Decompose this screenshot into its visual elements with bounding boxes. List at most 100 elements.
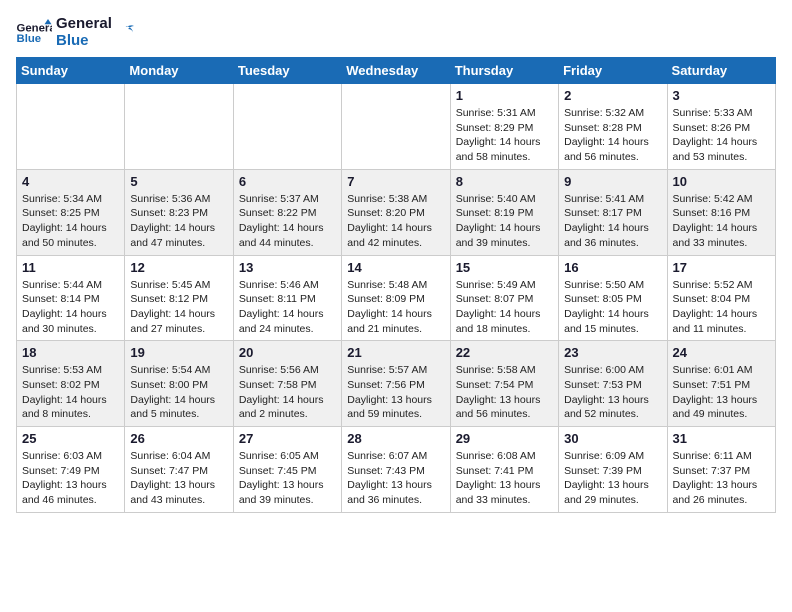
- day-info: Sunrise: 5:45 AMSunset: 8:12 PMDaylight:…: [130, 278, 227, 337]
- day-number: 2: [564, 88, 661, 103]
- calendar-cell: 6 Sunrise: 5:37 AMSunset: 8:22 PMDaylight…: [233, 169, 341, 255]
- calendar-cell: 12 Sunrise: 5:45 AMSunset: 8:12 PMDayligh…: [125, 255, 233, 341]
- day-number: 30: [564, 431, 661, 446]
- calendar-cell: 28 Sunrise: 6:07 AMSunset: 7:43 PMDayligh…: [342, 427, 450, 513]
- calendar-cell: 29 Sunrise: 6:08 AMSunset: 7:41 PMDayligh…: [450, 427, 558, 513]
- day-number: 14: [347, 260, 444, 275]
- day-info: Sunrise: 5:44 AMSunset: 8:14 PMDaylight:…: [22, 278, 119, 337]
- day-number: 16: [564, 260, 661, 275]
- day-info: Sunrise: 5:40 AMSunset: 8:19 PMDaylight:…: [456, 192, 553, 251]
- col-header-thursday: Thursday: [450, 58, 558, 84]
- day-info: Sunrise: 5:38 AMSunset: 8:20 PMDaylight:…: [347, 192, 444, 251]
- calendar-cell: 9 Sunrise: 5:41 AMSunset: 8:17 PMDaylight…: [559, 169, 667, 255]
- day-info: Sunrise: 6:09 AMSunset: 7:39 PMDaylight:…: [564, 449, 661, 508]
- calendar-cell: 23Sunrise: 6:00 AMSunset: 7:53 PMDayligh…: [559, 341, 667, 427]
- calendar-cell: 13 Sunrise: 5:46 AMSunset: 8:11 PMDayligh…: [233, 255, 341, 341]
- day-number: 27: [239, 431, 336, 446]
- calendar-cell: 19 Sunrise: 5:54 AMSunset: 8:00 PMDayligh…: [125, 341, 233, 427]
- day-info: Sunrise: 5:41 AMSunset: 8:17 PMDaylight:…: [564, 192, 661, 251]
- day-number: 1: [456, 88, 553, 103]
- calendar-week-1: 1 Sunrise: 5:31 AMSunset: 8:29 PMDaylight…: [17, 84, 776, 170]
- col-header-friday: Friday: [559, 58, 667, 84]
- calendar-cell: 2 Sunrise: 5:32 AMSunset: 8:28 PMDaylight…: [559, 84, 667, 170]
- day-info: Sunrise: 5:50 AMSunset: 8:05 PMDaylight:…: [564, 278, 661, 337]
- day-info: Sunrise: 5:56 AMSunset: 7:58 PMDaylight:…: [239, 363, 336, 422]
- day-number: 19: [130, 345, 227, 360]
- day-info: Sunrise: 5:52 AMSunset: 8:04 PMDaylight:…: [673, 278, 770, 337]
- calendar-cell: 24 Sunrise: 6:01 AMSunset: 7:51 PMDayligh…: [667, 341, 775, 427]
- day-info: Sunrise: 5:37 AMSunset: 8:22 PMDaylight:…: [239, 192, 336, 251]
- day-info: Sunrise: 5:33 AMSunset: 8:26 PMDaylight:…: [673, 106, 770, 165]
- day-number: 18: [22, 345, 119, 360]
- day-info: Sunrise: 6:05 AMSunset: 7:45 PMDaylight:…: [239, 449, 336, 508]
- day-info: Sunrise: 6:01 AMSunset: 7:51 PMDaylight:…: [673, 363, 770, 422]
- day-info: Sunrise: 5:34 AMSunset: 8:25 PMDaylight:…: [22, 192, 119, 251]
- day-number: 7: [347, 174, 444, 189]
- day-info: Sunrise: 6:07 AMSunset: 7:43 PMDaylight:…: [347, 449, 444, 508]
- calendar-cell: 25 Sunrise: 6:03 AMSunset: 7:49 PMDayligh…: [17, 427, 125, 513]
- day-number: 20: [239, 345, 336, 360]
- calendar-cell: 8 Sunrise: 5:40 AMSunset: 8:19 PMDaylight…: [450, 169, 558, 255]
- day-number: 6: [239, 174, 336, 189]
- day-number: 25: [22, 431, 119, 446]
- logo: General Blue General Blue: [16, 16, 134, 49]
- calendar-cell: 20 Sunrise: 5:56 AMSunset: 7:58 PMDayligh…: [233, 341, 341, 427]
- calendar-cell: 7 Sunrise: 5:38 AMSunset: 8:20 PMDaylight…: [342, 169, 450, 255]
- calendar-cell: 4 Sunrise: 5:34 AMSunset: 8:25 PMDaylight…: [17, 169, 125, 255]
- calendar-cell: [17, 84, 125, 170]
- day-number: 3: [673, 88, 770, 103]
- day-number: 31: [673, 431, 770, 446]
- page-header: General Blue General Blue: [16, 16, 776, 49]
- day-number: 9: [564, 174, 661, 189]
- day-number: 13: [239, 260, 336, 275]
- day-info: Sunrise: 5:32 AMSunset: 8:28 PMDaylight:…: [564, 106, 661, 165]
- day-number: 8: [456, 174, 553, 189]
- calendar-cell: 3 Sunrise: 5:33 AMSunset: 8:26 PMDaylight…: [667, 84, 775, 170]
- calendar-cell: 31 Sunrise: 6:11 AMSunset: 7:37 PMDayligh…: [667, 427, 775, 513]
- logo-icon: General Blue: [16, 19, 52, 47]
- day-info: Sunrise: 6:11 AMSunset: 7:37 PMDaylight:…: [673, 449, 770, 508]
- day-number: 22: [456, 345, 553, 360]
- col-header-wednesday: Wednesday: [342, 58, 450, 84]
- calendar-cell: 15Sunrise: 5:49 AMSunset: 8:07 PMDayligh…: [450, 255, 558, 341]
- day-number: 21: [347, 345, 444, 360]
- day-info: Sunrise: 6:08 AMSunset: 7:41 PMDaylight:…: [456, 449, 553, 508]
- calendar-cell: [125, 84, 233, 170]
- day-number: 4: [22, 174, 119, 189]
- day-number: 10: [673, 174, 770, 189]
- calendar-cell: 10Sunrise: 5:42 AMSunset: 8:16 PMDayligh…: [667, 169, 775, 255]
- day-info: Sunrise: 6:04 AMSunset: 7:47 PMDaylight:…: [130, 449, 227, 508]
- day-info: Sunrise: 5:46 AMSunset: 8:11 PMDaylight:…: [239, 278, 336, 337]
- calendar-cell: 21 Sunrise: 5:57 AMSunset: 7:56 PMDayligh…: [342, 341, 450, 427]
- day-info: Sunrise: 5:49 AMSunset: 8:07 PMDaylight:…: [456, 278, 553, 337]
- day-number: 26: [130, 431, 227, 446]
- calendar-week-2: 4 Sunrise: 5:34 AMSunset: 8:25 PMDaylight…: [17, 169, 776, 255]
- calendar-cell: 18 Sunrise: 5:53 AMSunset: 8:02 PMDayligh…: [17, 341, 125, 427]
- day-info: Sunrise: 5:36 AMSunset: 8:23 PMDaylight:…: [130, 192, 227, 251]
- calendar-cell: 14 Sunrise: 5:48 AMSunset: 8:09 PMDayligh…: [342, 255, 450, 341]
- logo-blue: Blue: [56, 33, 112, 50]
- day-info: Sunrise: 6:03 AMSunset: 7:49 PMDaylight:…: [22, 449, 119, 508]
- col-header-monday: Monday: [125, 58, 233, 84]
- calendar-cell: 22Sunrise: 5:58 AMSunset: 7:54 PMDayligh…: [450, 341, 558, 427]
- logo-bird-icon: [116, 24, 134, 42]
- day-number: 12: [130, 260, 227, 275]
- day-info: Sunrise: 5:54 AMSunset: 8:00 PMDaylight:…: [130, 363, 227, 422]
- calendar-cell: 1 Sunrise: 5:31 AMSunset: 8:29 PMDaylight…: [450, 84, 558, 170]
- day-number: 28: [347, 431, 444, 446]
- day-info: Sunrise: 5:48 AMSunset: 8:09 PMDaylight:…: [347, 278, 444, 337]
- calendar-cell: 17Sunrise: 5:52 AMSunset: 8:04 PMDayligh…: [667, 255, 775, 341]
- day-info: Sunrise: 6:00 AMSunset: 7:53 PMDaylight:…: [564, 363, 661, 422]
- day-number: 29: [456, 431, 553, 446]
- day-info: Sunrise: 5:53 AMSunset: 8:02 PMDaylight:…: [22, 363, 119, 422]
- day-number: 24: [673, 345, 770, 360]
- calendar-cell: 26 Sunrise: 6:04 AMSunset: 7:47 PMDayligh…: [125, 427, 233, 513]
- day-info: Sunrise: 5:31 AMSunset: 8:29 PMDaylight:…: [456, 106, 553, 165]
- calendar-cell: 27 Sunrise: 6:05 AMSunset: 7:45 PMDayligh…: [233, 427, 341, 513]
- calendar-header-row: SundayMondayTuesdayWednesdayThursdayFrid…: [17, 58, 776, 84]
- day-info: Sunrise: 5:57 AMSunset: 7:56 PMDaylight:…: [347, 363, 444, 422]
- calendar-cell: 11Sunrise: 5:44 AMSunset: 8:14 PMDayligh…: [17, 255, 125, 341]
- calendar-cell: 5Sunrise: 5:36 AMSunset: 8:23 PMDaylight…: [125, 169, 233, 255]
- col-header-tuesday: Tuesday: [233, 58, 341, 84]
- col-header-saturday: Saturday: [667, 58, 775, 84]
